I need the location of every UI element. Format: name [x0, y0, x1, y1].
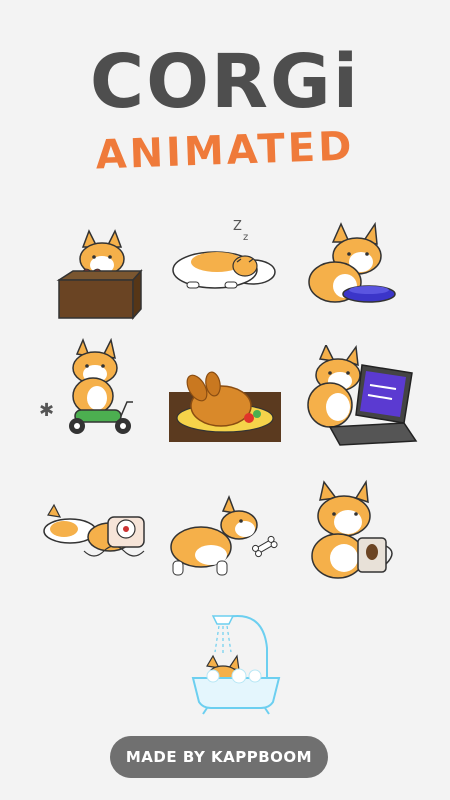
corgi-sleeping-on-pillow-icon[interactable]: Z z — [165, 212, 285, 322]
corgi-in-bathtub-icon[interactable] — [183, 608, 303, 718]
svg-text:z: z — [243, 232, 248, 243]
svg-text:✱: ✱ — [39, 400, 54, 421]
corgi-in-box-with-heart-icon[interactable] — [45, 225, 165, 335]
roast-turkey-icon[interactable] — [165, 340, 285, 450]
corgi-with-bone-icon[interactable] — [165, 494, 285, 605]
corgi-with-food-bowl-icon[interactable] — [295, 220, 415, 330]
made-by-kappboom-button[interactable]: MADE BY KAPPBOOM — [110, 736, 328, 778]
corgi-with-coffee-mug-icon[interactable] — [300, 478, 420, 588]
corgi-with-laptop-icon[interactable] — [300, 343, 420, 455]
svg-text:Z: Z — [233, 219, 242, 234]
app-title: CORGi — [89, 39, 361, 125]
corgi-on-scooter-icon[interactable]: ✱ — [35, 337, 155, 448]
app-subtitle: ANIMATED — [94, 123, 356, 179]
corgi-with-telephone-icon[interactable] — [40, 485, 160, 595]
